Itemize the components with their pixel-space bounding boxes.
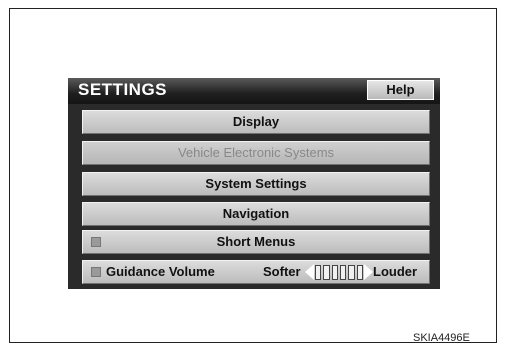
page-title: SETTINGS: [78, 80, 168, 99]
short-menus-label: Short Menus: [216, 234, 296, 249]
softer-label: Softer: [263, 264, 301, 279]
volume-level-bar[interactable]: [315, 265, 363, 280]
square-checkbox-icon[interactable]: [91, 237, 101, 247]
volume-step: [323, 265, 330, 280]
louder-label: Louder: [373, 264, 418, 279]
help-button[interactable]: Help: [367, 80, 434, 100]
volume-step: [315, 265, 322, 280]
display-label: Display: [232, 114, 280, 129]
triangle-left-icon[interactable]: [305, 264, 314, 280]
volume-step: [339, 265, 347, 280]
volume-step: [356, 265, 363, 280]
title-bar: SETTINGS Help: [68, 78, 440, 104]
display-button[interactable]: Display: [82, 110, 430, 134]
figure-code: SKIA4496E: [413, 332, 470, 344]
navigation-label: Navigation: [222, 206, 290, 221]
system-settings-button[interactable]: System Settings: [82, 172, 430, 196]
short-menus-toggle[interactable]: Short Menus: [82, 230, 430, 254]
settings-screen: SETTINGS Help Display Vehicle Electronic…: [68, 78, 440, 289]
square-checkbox-icon[interactable]: [91, 267, 101, 277]
volume-step: [348, 265, 355, 280]
vehicle-electronic-systems-button[interactable]: Vehicle Electronic Systems: [82, 141, 430, 165]
guidance-volume-label: Guidance Volume: [106, 264, 215, 279]
triangle-right-icon[interactable]: [364, 264, 373, 280]
system-settings-label: System Settings: [205, 176, 307, 191]
guidance-volume-row: Guidance Volume Softer Louder: [82, 260, 430, 284]
volume-step: [331, 265, 338, 280]
vehicle-electronic-systems-label: Vehicle Electronic Systems: [177, 145, 335, 160]
navigation-button[interactable]: Navigation: [82, 202, 430, 226]
